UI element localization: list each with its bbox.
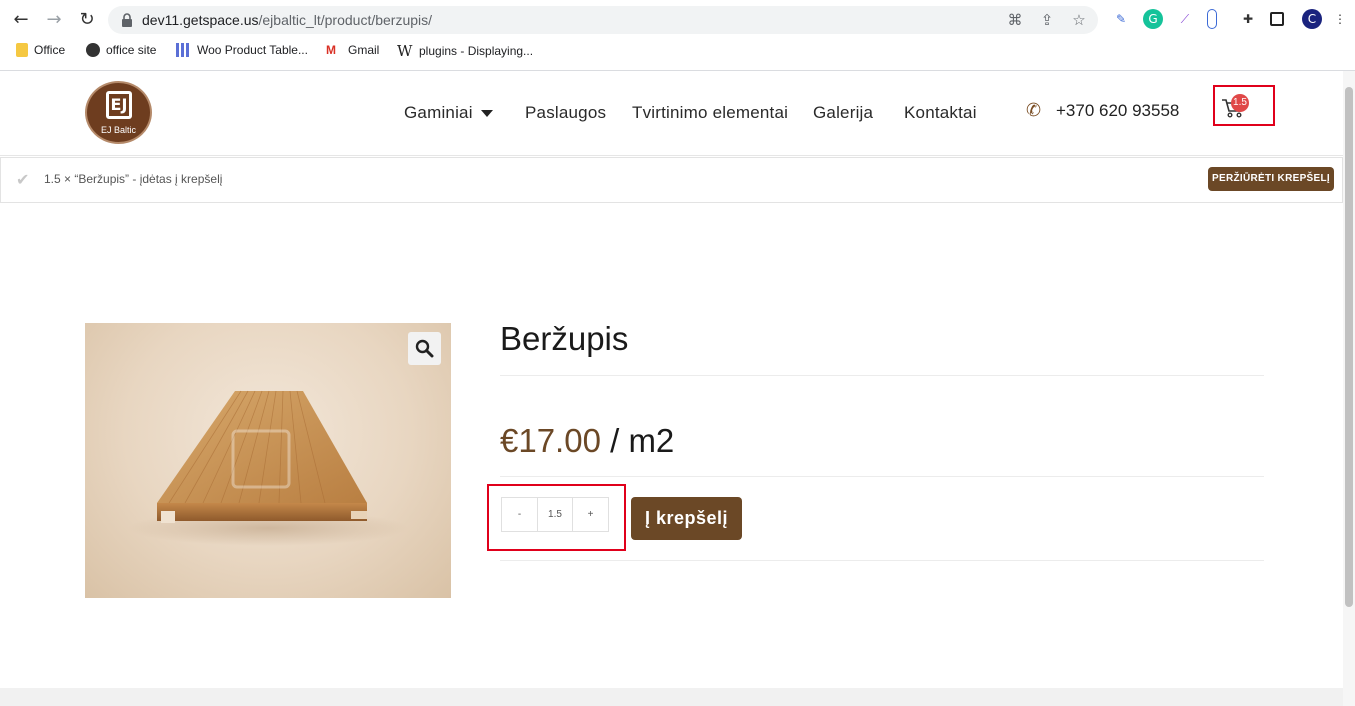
divider: [500, 560, 1264, 561]
magnifier-icon: [415, 339, 434, 358]
forward-arrow-icon[interactable]: →: [43, 9, 65, 31]
divider: [500, 375, 1264, 376]
bookmark-label: plugins - Displaying...: [419, 44, 534, 58]
bookmark-plugins[interactable]: W plugins - Displaying...: [397, 43, 533, 59]
price-amount: €17.00: [500, 422, 601, 459]
back-arrow-icon[interactable]: ←: [10, 9, 32, 31]
url-text: dev11.getspace.us/ejbaltic_lt/product/be…: [142, 12, 432, 28]
logo-mark: EJ: [106, 91, 132, 119]
gmail-icon: M: [326, 43, 336, 57]
eyedropper-extension-icon[interactable]: ✎: [1111, 9, 1131, 29]
menu-kebab-icon[interactable]: ⋮: [1334, 9, 1346, 29]
logo-text: EJ Baltic: [100, 125, 136, 135]
puzzle-extensions-icon[interactable]: ✚: [1238, 9, 1258, 29]
url-host: dev11.getspace.us: [142, 12, 259, 28]
quantity-minus-button[interactable]: -: [502, 498, 538, 531]
profile-avatar-icon[interactable]: C: [1302, 9, 1322, 29]
cart-count-badge: 1.5: [1231, 94, 1249, 112]
product-price: €17.00 / m2: [500, 422, 674, 460]
site-header: EJ EJ Baltic Gaminiai Paslaugos Tvirtini…: [0, 71, 1343, 156]
product-image[interactable]: [85, 323, 451, 598]
logo[interactable]: EJ EJ Baltic: [85, 81, 152, 144]
divider: [500, 476, 1264, 477]
product-title: Beržupis: [500, 320, 629, 357]
side-panel-icon[interactable]: [1270, 12, 1284, 26]
phone-number: +370 620 93558: [1056, 101, 1180, 120]
menu-item-tvirtinimo-elementai[interactable]: Tvirtinimo elementai: [632, 103, 788, 123]
bookmark-label: Office: [34, 43, 66, 57]
table-icon: [176, 43, 191, 57]
phone-icon: ✆: [1026, 100, 1042, 121]
scrollbar-thumb[interactable]: [1345, 87, 1353, 607]
footer-strip: [0, 688, 1343, 706]
added-to-cart-notice: ✔ 1.5 × “Beržupis” - įdėtas į krepšelį P…: [0, 157, 1343, 203]
globe-icon: [86, 43, 100, 57]
zoom-button[interactable]: [408, 332, 441, 365]
bookmark-gmail[interactable]: M Gmail: [326, 43, 379, 57]
bookmark-woo-product-table[interactable]: Woo Product Table...: [176, 43, 308, 57]
menu-item-label: Gaminiai: [404, 103, 473, 122]
cart-button[interactable]: 1.5: [1213, 85, 1275, 126]
reload-icon[interactable]: ↻: [76, 9, 98, 31]
bookmark-office[interactable]: Office: [16, 43, 65, 57]
bookmark-label: Gmail: [348, 43, 380, 57]
menu-item-gaminiai[interactable]: Gaminiai: [404, 103, 493, 123]
lock-icon: [122, 13, 132, 27]
folder-icon: [16, 43, 28, 57]
wood-board-illustration: [128, 390, 408, 546]
quantity-input[interactable]: 1.5: [538, 498, 572, 531]
url-path: /ejbaltic_lt/product/berzupis/: [258, 12, 433, 28]
mouse-extension-icon[interactable]: [1207, 9, 1217, 29]
menu-item-kontaktai[interactable]: Kontaktai: [904, 103, 977, 123]
translate-icon[interactable]: ⌘: [1006, 11, 1024, 29]
check-icon: ✔: [16, 170, 30, 189]
share-icon[interactable]: ⇪: [1038, 11, 1056, 29]
bookmark-star-icon[interactable]: ☆: [1070, 11, 1088, 29]
bookmark-office-site[interactable]: office site: [86, 43, 156, 57]
menu-item-galerija[interactable]: Galerija: [813, 103, 873, 123]
price-unit: / m2: [610, 422, 675, 459]
notice-message: 1.5 × “Beržupis” - įdėtas į krepšelį: [44, 172, 223, 186]
bookmark-label: office site: [106, 43, 157, 57]
view-cart-button[interactable]: PERŽIŪRĖTI KREPŠELĮ: [1208, 167, 1334, 191]
grammarly-extension-icon[interactable]: G: [1143, 9, 1163, 29]
quantity-stepper: - 1.5 +: [501, 497, 609, 532]
feather-extension-icon[interactable]: ⟋: [1175, 9, 1195, 29]
add-to-cart-button[interactable]: Į krepšelį: [631, 497, 742, 540]
menu-item-paslaugos[interactable]: Paslaugos: [525, 103, 606, 123]
browser-chrome: ← → ↻ dev11.getspace.us/ejbaltic_lt/prod…: [0, 0, 1355, 71]
caret-down-icon: [480, 110, 493, 118]
wikipedia-icon: W: [397, 42, 413, 60]
address-bar[interactable]: dev11.getspace.us/ejbaltic_lt/product/be…: [108, 6, 1098, 34]
page-scrollbar[interactable]: [1343, 71, 1355, 706]
quantity-plus-button[interactable]: +: [572, 498, 608, 531]
bookmarks-bar: Office office site Woo Product Table... …: [0, 40, 1355, 64]
bookmark-label: Woo Product Table...: [197, 43, 308, 57]
phone-contact[interactable]: ✆ +370 620 93558: [1026, 101, 1179, 121]
